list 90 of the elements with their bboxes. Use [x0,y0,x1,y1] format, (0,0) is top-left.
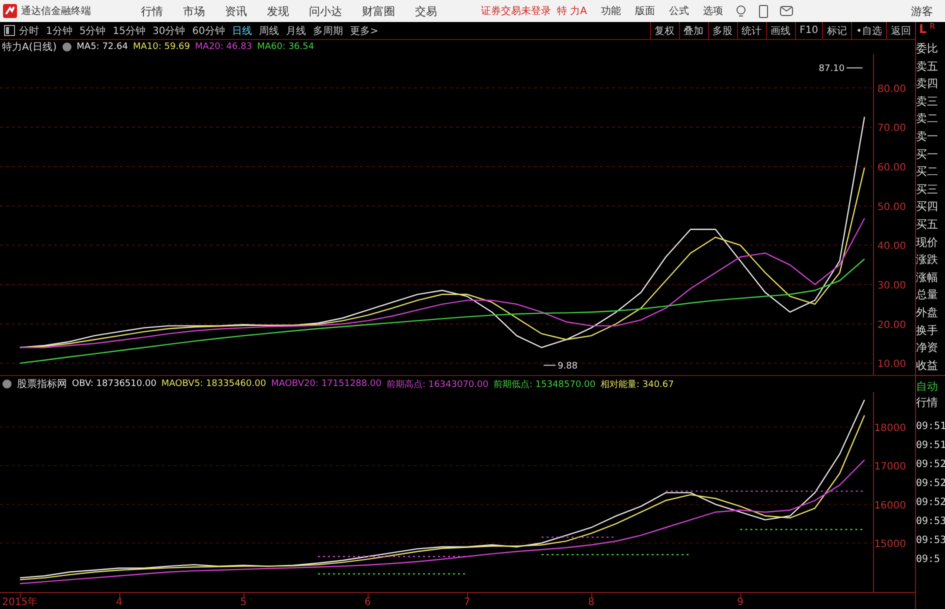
quote-field-label: 涨跌 [916,252,939,268]
menu-item[interactable]: 功能 [601,4,622,18]
ticker-title[interactable]: 行情 [916,395,945,411]
legend-value: MA10: 59.69 [132,42,190,52]
axis-label: 4 [116,597,122,608]
menu-item[interactable]: 市场 [183,4,205,18]
quote-field-label: 卖三 [916,94,939,110]
indicator-title: 股票指标网 [17,378,67,391]
axis-label: 60.00 [877,162,906,174]
price-annotation: 87.10 [818,64,845,74]
period-tab[interactable]: 分时 [19,24,39,38]
legend-value: OBV: 18736510.00 [72,379,156,389]
period-tab[interactable]: 1分钟 [46,24,72,38]
legend-value: MAOBV5: 18335460.00 [161,379,266,389]
quote-field-label: 买一 [916,146,939,163]
axis-label: 17000 [874,462,906,473]
menu-item[interactable]: 财富圈 [362,4,395,18]
quote-field-label: 现价 [916,234,939,251]
axis-label: 5 [240,597,247,608]
axis-label: 9 [737,597,744,608]
tick-time: 09:53 [916,534,945,548]
legend-value: MA20: 46.83 [195,42,252,52]
period-tab[interactable]: 更多> [350,24,378,38]
menu-item[interactable]: 发现 [267,4,289,18]
quote-field-label: 买三 [916,182,939,198]
quote-field-label: 卖一 [916,128,939,145]
axis-label: 2015年 [2,597,38,608]
period-tab[interactable]: 30分钟 [152,24,186,38]
period-tab[interactable]: 15分钟 [112,24,146,38]
menu-item[interactable]: 版面 [635,4,656,18]
legend-value: MA60: 36.54 [257,42,314,52]
tick-time: 09:53 [916,515,945,529]
axis-label: 8 [588,597,594,608]
period-tab[interactable]: 周线 [258,24,279,38]
tick-time: 09:52 [916,477,945,491]
quote-field-label: 换手 [916,322,939,338]
user-label[interactable]: 游客 [911,4,933,18]
quote-field-label: 卖五 [916,58,939,75]
price-annotation: 9.88 [558,361,578,372]
menu-item[interactable]: 行情 [141,4,163,18]
menu-item[interactable]: 交易 [415,4,437,18]
axis-label: 6 [364,597,371,608]
axis-label: 80.00 [877,84,906,95]
axis-label: 70.00 [877,123,906,134]
axis-label: 50.00 [877,202,906,213]
axis-label: 30.00 [877,280,906,292]
legend-value: 前期高点: 16343070.00 [386,378,488,390]
quote-field-label: 卖二 [916,111,939,128]
period-tab[interactable]: 日线 [232,24,252,38]
axis-label: 16000 [874,500,906,512]
corner-label[interactable]: R [930,22,936,31]
axis-label: 15000 [874,539,906,550]
quote-field-label: 买二 [916,164,939,180]
legend-value: 相对能量: 340.67 [600,378,674,390]
tick-time: 09:51 [916,439,945,453]
tick-time: 09:51 [916,420,945,434]
legend-value: 前期低点: 15348570.00 [493,378,596,390]
axis-label: 18000 [874,423,906,434]
app-title: 通达信金融终端 [21,4,92,18]
menu-item[interactable]: 选项 [703,4,724,18]
tick-time: 09:5 [916,553,942,567]
ticker-title[interactable]: 自动 [916,379,945,395]
axis-label: 7 [464,597,470,608]
menu-item[interactable]: 资讯 [225,4,247,18]
legend-value: MAOBV20: 17151288.00 [271,379,382,389]
menu-item[interactable]: 问小达 [309,4,342,18]
period-tab[interactable]: 月线 [286,24,306,38]
axis-label: 20.00 [877,320,906,331]
menu-item[interactable]: 公式 [669,4,690,18]
period-tab[interactable]: 5分钟 [79,24,106,38]
quote-field-label: 委比 [916,41,939,57]
quote-field-label: 卖四 [916,76,939,92]
quote-field-label: 外盘 [916,304,939,321]
tick-time: 09:52 [916,496,945,510]
chart-title: 特力A(日线) [2,40,57,54]
quote-field-label: 涨幅 [916,270,939,286]
quote-field-label: 买五 [916,216,939,233]
period-tab[interactable]: 60分钟 [192,24,225,38]
login-status[interactable]: 证券交易未登录 [481,4,551,18]
axis-label: 40.00 [877,241,906,252]
quote-field-label: 收益 [916,358,939,374]
quote-field-label: 买四 [916,199,939,216]
legend-value: MA5: 72.64 [76,42,128,52]
corner-label[interactable]: L [919,22,927,36]
quote-field-label: 总量 [916,287,939,304]
stock-name: 特 力A [557,4,588,18]
tick-time: 09:52 [916,458,945,472]
axis-label: 10.00 [877,359,906,370]
quote-field-label: 净资 [916,340,939,356]
period-tab[interactable]: 多周期 [312,24,343,38]
